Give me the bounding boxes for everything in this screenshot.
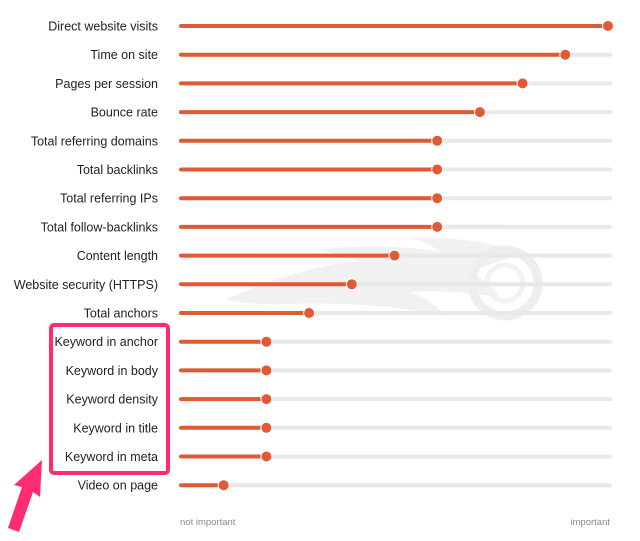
category-label: Keyword in title bbox=[73, 421, 158, 435]
data-point bbox=[602, 20, 614, 32]
data-point bbox=[431, 163, 444, 176]
data-point bbox=[431, 192, 444, 205]
axis-label-max: important bbox=[570, 517, 610, 528]
category-label: Bounce rate bbox=[91, 106, 158, 120]
category-label: Total follow-backlinks bbox=[41, 220, 158, 234]
category-label: Keyword density bbox=[66, 393, 158, 407]
category-label: Keyword in meta bbox=[65, 450, 158, 464]
data-point bbox=[473, 106, 486, 119]
data-point bbox=[345, 278, 358, 291]
category-label: Keyword in anchor bbox=[54, 335, 158, 349]
category-label: Website security (HTTPS) bbox=[14, 278, 158, 292]
category-label: Total anchors bbox=[84, 307, 158, 321]
category-label: Content length bbox=[77, 249, 158, 263]
data-point bbox=[516, 77, 529, 90]
arrow-icon bbox=[8, 460, 42, 532]
category-label: Direct website visits bbox=[48, 20, 158, 34]
category-label: Keyword in body bbox=[66, 364, 159, 378]
semrush-flame-logo-icon bbox=[225, 237, 543, 321]
data-point bbox=[388, 249, 401, 262]
data-point bbox=[559, 48, 572, 61]
axis-label-min: not important bbox=[180, 517, 236, 528]
category-label: Total backlinks bbox=[77, 163, 158, 177]
data-point bbox=[303, 307, 316, 319]
ranking-factors-chart: Direct website visits Time on site Pages p… bbox=[8, 20, 614, 532]
data-point bbox=[260, 393, 273, 406]
category-label: Total referring domains bbox=[31, 134, 158, 148]
category-label: Total referring IPs bbox=[60, 192, 158, 206]
data-point bbox=[217, 479, 230, 492]
data-point bbox=[260, 335, 273, 348]
data-point bbox=[260, 364, 273, 377]
category-label: Time on site bbox=[90, 48, 158, 62]
data-point bbox=[260, 421, 273, 434]
category-label: Video on page bbox=[78, 479, 158, 493]
data-point bbox=[260, 450, 273, 463]
data-point bbox=[431, 220, 444, 233]
data-point bbox=[431, 134, 444, 147]
category-label: Pages per session bbox=[55, 77, 158, 91]
